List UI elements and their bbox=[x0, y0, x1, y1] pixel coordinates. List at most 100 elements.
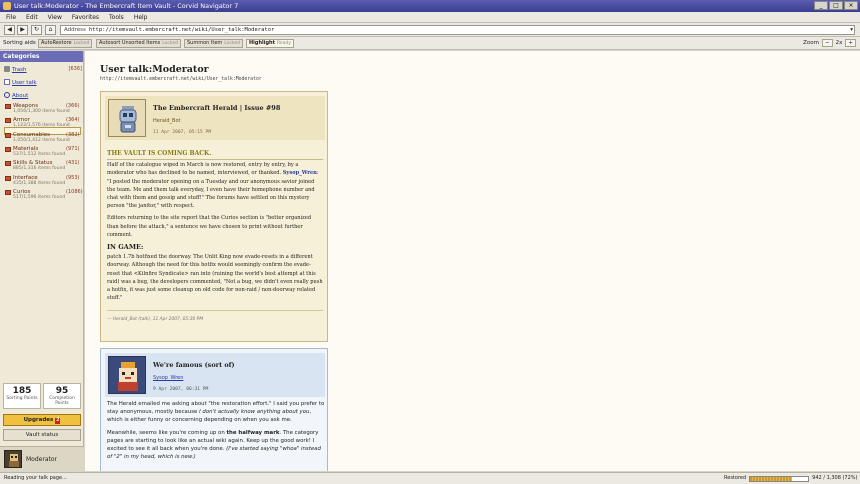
post-header: We're famous (sort of) Sysop_Wren 9 Apr … bbox=[105, 353, 325, 397]
sidebar: Categories Trash [636] User talk About W… bbox=[0, 51, 84, 471]
category-interface[interactable]: Interface (953) 435/1,388 items found bbox=[5, 175, 79, 186]
post-author[interactable]: Sysop_Wren bbox=[153, 375, 183, 381]
post-body: The Herald emailed me asking about "the … bbox=[107, 400, 325, 465]
herald-paragraph-2: Editors returning to the site report tha… bbox=[107, 215, 312, 238]
reload-button[interactable]: ↻ bbox=[31, 25, 42, 35]
wren-post: We're famous (sort of) Sysop_Wren 9 Apr … bbox=[100, 348, 328, 471]
category-weapons[interactable]: Weapons (366) 1,056/1,300 items found bbox=[5, 103, 79, 114]
restored-progress: Restored 942 / 1,308 (72%) bbox=[724, 474, 857, 483]
sidebar-item-user-talk[interactable]: User talk bbox=[4, 79, 37, 86]
restored-progress-fill bbox=[750, 476, 792, 481]
folder-icon bbox=[5, 104, 11, 109]
post-header: The Embercraft Herald | Issue #98 Herald… bbox=[105, 96, 325, 140]
wren-paragraph-1: The Herald emailed me asking about "the … bbox=[107, 401, 325, 424]
trash-icon bbox=[4, 66, 10, 72]
restored-count: 942 / 1,308 (72%) bbox=[812, 475, 858, 481]
user-panel[interactable]: Moderator bbox=[0, 446, 84, 471]
autosort-button[interactable]: Autosort Unsorted Items Locked bbox=[96, 39, 181, 48]
restored-progress-bar bbox=[749, 475, 810, 482]
address-dropdown-icon[interactable]: ▾ bbox=[850, 26, 853, 34]
menu-file[interactable]: File bbox=[6, 12, 16, 22]
summon-item-button[interactable]: Summon Item Locked bbox=[184, 39, 244, 48]
address-url[interactable]: http://itemvault.embercraft.net/wiki/Use… bbox=[89, 27, 274, 33]
herald-paragraph-1: Half of the catalogue wiped in March is … bbox=[107, 162, 319, 210]
maximize-button[interactable]: □ bbox=[829, 1, 843, 10]
close-button[interactable]: × bbox=[844, 1, 858, 10]
menu-tools[interactable]: Tools bbox=[109, 12, 124, 22]
sidebar-item-trash[interactable]: Trash [636] bbox=[4, 66, 82, 73]
folder-icon bbox=[5, 133, 11, 138]
herald-post: The Embercraft Herald | Issue #98 Herald… bbox=[100, 91, 328, 342]
post-body: THE VAULT IS COMING BACK. Half of the ca… bbox=[107, 150, 323, 306]
menu-help[interactable]: Help bbox=[134, 12, 148, 22]
menu-view[interactable]: View bbox=[48, 12, 62, 22]
address-bar[interactable]: Address http://itemvault.embercraft.net/w… bbox=[60, 25, 855, 35]
navigation-bar: ◀ ▶ ↻ ⌂ Address http://itemvault.embercra… bbox=[0, 23, 860, 37]
category-curios[interactable]: Curios (1086) 517/1,596 items found bbox=[5, 189, 83, 200]
menu-bar: File Edit View Favorites Tools Help bbox=[0, 12, 860, 23]
browser-window: User talk:Moderator - The Embercraft Ite… bbox=[0, 0, 860, 484]
window-title: User talk:Moderator - The Embercraft Ite… bbox=[14, 2, 239, 10]
category-materials[interactable]: Materials (971) 537/1,512 items found bbox=[5, 146, 79, 157]
zoom-control: Zoom − 2x + bbox=[803, 39, 856, 47]
sidebar-item-about[interactable]: About bbox=[4, 92, 28, 99]
category-armor[interactable]: Armor (364) 1,122/1,576 items found bbox=[5, 117, 79, 128]
folder-icon bbox=[5, 161, 11, 166]
post-author[interactable]: Herald_Bot bbox=[153, 118, 180, 124]
post-date: 11 Apr 2007, 05:15 PM bbox=[153, 130, 212, 135]
page-title: User talk:Moderator bbox=[100, 64, 209, 75]
sorting-points: 185 Sorting Points bbox=[3, 383, 41, 409]
herald-paragraph-3: patch 1.7b hotfixed the doorway. The Unl… bbox=[107, 254, 323, 302]
zoom-value: 2x bbox=[835, 40, 843, 46]
zoom-out-button[interactable]: − bbox=[822, 39, 833, 47]
highlight-button[interactable]: Highlight Ready bbox=[246, 39, 294, 48]
herald-headline: THE VAULT IS COMING BACK. bbox=[107, 150, 323, 161]
zoom-label: Zoom bbox=[803, 40, 820, 46]
post-signature: — Herald_Bot (talk), 11 Apr 2007, 05:30 … bbox=[107, 317, 204, 322]
sidebar-title: Categories bbox=[0, 51, 83, 62]
title-bar: User talk:Moderator - The Embercraft Ite… bbox=[0, 0, 860, 12]
menu-favorites[interactable]: Favorites bbox=[72, 12, 99, 22]
upgrades-button[interactable]: Upgrades 2 bbox=[3, 414, 81, 426]
page-url: http://itemvault.embercraft.net/wiki/Use… bbox=[100, 77, 262, 82]
points-panel: 185 Sorting Points 95 Completion Points bbox=[3, 383, 81, 409]
menu-edit[interactable]: Edit bbox=[26, 12, 38, 22]
upgrades-badge: 2 bbox=[55, 418, 61, 424]
back-button[interactable]: ◀ bbox=[4, 25, 15, 35]
status-text: Reading your talk page... bbox=[4, 475, 67, 481]
app-icon bbox=[3, 2, 11, 10]
herald-bot-avatar bbox=[108, 99, 146, 137]
post-title: We're famous (sort of) bbox=[153, 361, 235, 369]
content-area: User talk:Moderator http://itemvault.emb… bbox=[85, 51, 860, 471]
zoom-in-button[interactable]: + bbox=[845, 39, 856, 47]
folder-icon bbox=[5, 176, 11, 181]
vault-status-button[interactable]: Vault status bbox=[3, 429, 81, 441]
folder-icon bbox=[5, 118, 11, 123]
folder-icon bbox=[5, 190, 11, 195]
in-game-heading: IN GAME: bbox=[107, 243, 144, 252]
toolbar-label: Sorting aids bbox=[3, 40, 36, 46]
trash-count: [636] bbox=[68, 66, 82, 72]
talk-icon bbox=[4, 79, 10, 85]
restored-label: Restored bbox=[724, 475, 747, 481]
sorting-toolbar: Sorting aids AutoRestore Locked Autosort … bbox=[0, 37, 860, 50]
username: Moderator bbox=[26, 456, 57, 463]
info-icon bbox=[4, 92, 10, 98]
sysop-wren-avatar bbox=[108, 356, 146, 394]
wren-paragraph-2: Meanwhile, seems like you're coming up o… bbox=[107, 429, 321, 461]
home-button[interactable]: ⌂ bbox=[45, 25, 56, 35]
minimize-button[interactable]: _ bbox=[814, 1, 828, 10]
folder-icon bbox=[5, 147, 11, 152]
post-date: 9 Apr 2007, 06:31 PM bbox=[153, 387, 209, 392]
autorestore-button[interactable]: AutoRestore Locked bbox=[38, 39, 93, 48]
category-consumables[interactable]: Consumables (382) 1,050/1,412 items found bbox=[5, 132, 79, 143]
status-bar: Reading your talk page... Restored 942 /… bbox=[0, 472, 860, 484]
avatar bbox=[4, 450, 22, 468]
address-label: Address bbox=[64, 27, 86, 33]
sysop-wren-link[interactable]: Sysop_Wren bbox=[283, 170, 317, 176]
completion-points: 95 Completion Points bbox=[43, 383, 81, 409]
forward-button[interactable]: ▶ bbox=[17, 25, 28, 35]
post-title: The Embercraft Herald | Issue #98 bbox=[153, 104, 281, 112]
category-skills-status[interactable]: Skills & Status (431) 885/1,316 items foun… bbox=[5, 160, 79, 171]
signature-divider bbox=[107, 310, 323, 311]
